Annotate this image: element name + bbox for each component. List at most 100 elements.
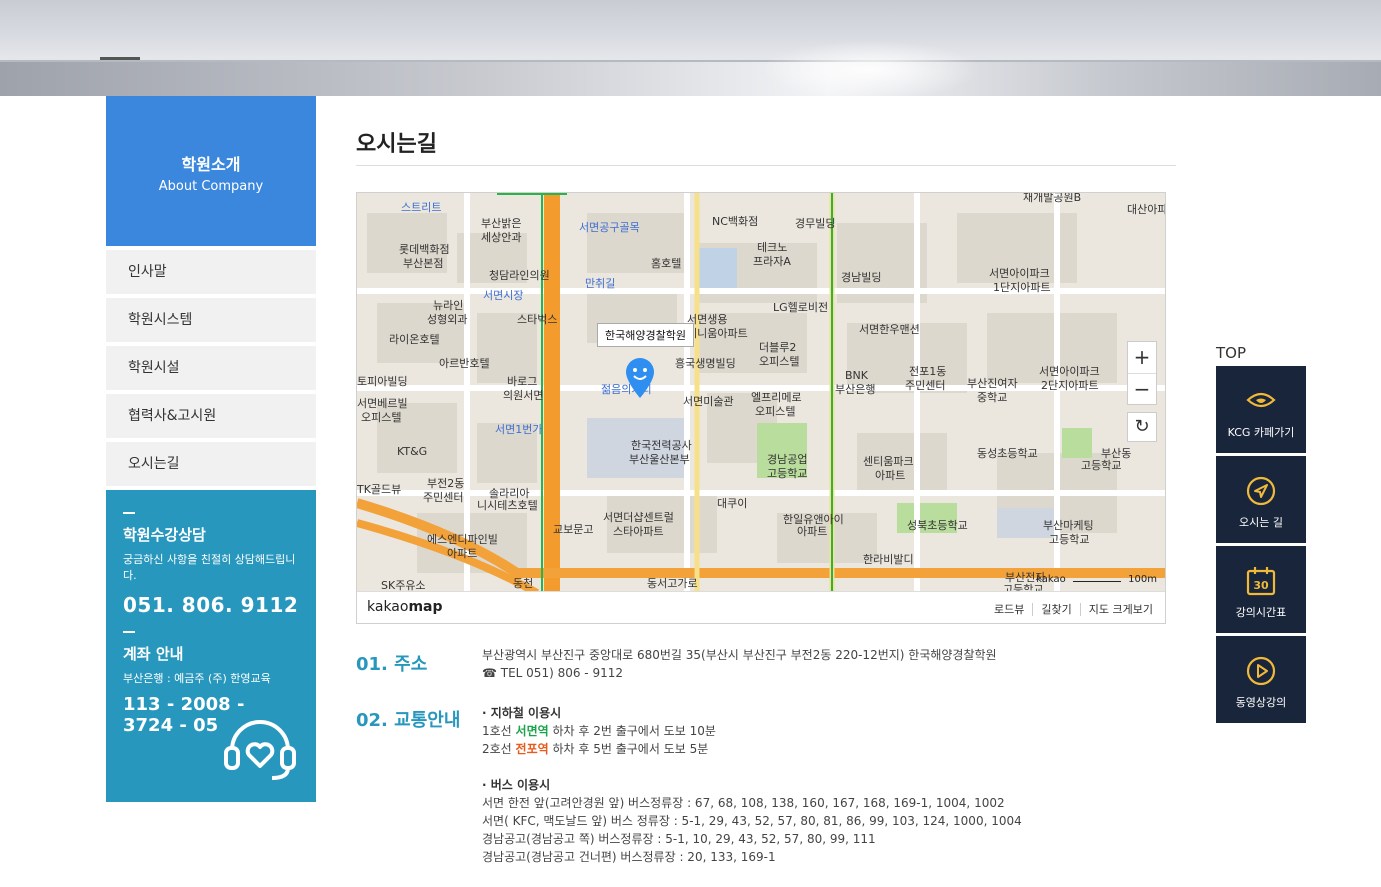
map-label: 경남빌딩 (841, 271, 882, 284)
map-label: 아르반호텔 (439, 357, 490, 370)
map-label: 대쿠이 (717, 497, 748, 510)
map-label: 아파트 (447, 547, 478, 560)
map-label: 고등학교 (1081, 459, 1122, 472)
map-label: 아파트 (797, 525, 828, 538)
map-label: 프라자A (753, 255, 791, 268)
view-large-map-link[interactable]: 지도 크게보기 (1079, 603, 1153, 616)
boat-image (100, 52, 140, 60)
map-label: 스타아파트 (613, 525, 664, 538)
map-label: 대산아파 (1127, 203, 1166, 216)
sidebar-header: 학원소개 About Company (106, 96, 316, 246)
map-label: 중학교 (977, 391, 1008, 404)
map-label: NC백화점 (712, 215, 759, 228)
subway-title: · 지하철 이용시 (482, 706, 562, 720)
map-label: 토피아빌딩 (357, 375, 408, 388)
sidebar-item-greeting[interactable]: 인사말 (106, 250, 316, 294)
video-lecture-button[interactable]: 동영상강의 (1216, 636, 1306, 723)
bus-line: 서면 한전 앞(고려안경원 앞) 버스정류장 : 67, 68, 108, 13… (482, 796, 1005, 810)
video-lecture-label: 동영상강의 (1235, 696, 1287, 709)
map-label: 스트리트 (401, 201, 442, 214)
sidebar-item-directions[interactable]: 오시는길 (106, 442, 316, 486)
calendar-icon: 30 (1246, 567, 1276, 596)
bus-line: 경남공고(경남공고 건너편) 버스정류장 : 20, 133, 169-1 (482, 850, 776, 864)
location-info: 01. 주소 부산광역시 부산진구 중앙대로 680번길 35(부산시 부산진구… (356, 644, 1176, 866)
address-title: 01. 주소 (356, 654, 428, 675)
sidebar-item-partners[interactable]: 협력사&고시원 (106, 394, 316, 438)
map-label: 주민센터 (423, 491, 464, 504)
map-label: 오피스텔 (755, 405, 796, 418)
cafe-button[interactable]: KCG 카페가기 (1216, 366, 1306, 453)
quick-menu: TOP KCG 카페가기 오시는 길 30 강의시간표 동영상강의 (1216, 344, 1306, 726)
map-label: LG헬로비전 (773, 301, 829, 314)
kakaomap-logo[interactable]: kakaomap (367, 599, 443, 615)
tel-text: ☎ TEL 051) 806 - 9112 (482, 666, 623, 680)
directions-button[interactable]: 오시는 길 (1216, 456, 1306, 543)
map-label: TK골드뷰 (357, 483, 402, 496)
map-label: 오피스텔 (759, 355, 800, 368)
map-label: 서면공구골목 (579, 221, 640, 234)
top-banner (0, 0, 1381, 96)
roadview-link[interactable]: 로드뷰 (994, 603, 1024, 616)
main-content: 오시는길 스트리트 부산밝은 세상안과 서면공구골목 NC백화점 경무빌딩 재개… (356, 96, 1176, 866)
map-label: 서면시장 (483, 289, 524, 302)
map-label: 라이온호텔 (389, 333, 440, 346)
map-pin-icon[interactable] (625, 358, 655, 398)
map-label: 서면미술관 (683, 395, 734, 408)
bus-line: 경남공고(경남공고 쪽) 버스정류장 : 5-1, 10, 29, 43, 52… (482, 832, 876, 846)
map-label: 교보문고 (553, 523, 594, 536)
map-label: 홈호텔 (651, 257, 682, 270)
sidebar-title: 학원소개 (181, 155, 241, 174)
map-label: 동성초등학교 (977, 447, 1038, 460)
navigation-icon (1246, 476, 1276, 506)
top-button[interactable]: TOP (1216, 344, 1306, 366)
map-label: 1단지아파트 (993, 281, 1051, 294)
map-label: 스타벅스 (517, 313, 558, 326)
map-label: 오피스텔 (361, 411, 402, 424)
timetable-label: 강의시간표 (1235, 606, 1287, 619)
sidebar: 학원소개 About Company 인사말 학원시스템 학원시설 협력사&고시… (106, 96, 316, 802)
map-label: 부산울산본부 (629, 453, 690, 466)
sidebar-subtitle: About Company (158, 179, 264, 194)
map-label: 부산본점 (403, 257, 444, 270)
map-label: 서면한우맨션 (859, 323, 920, 336)
transport-title: 02. 교통안내 (356, 710, 461, 731)
map-label: 성북초등학교 (907, 519, 968, 532)
sidebar-item-facility[interactable]: 학원시설 (106, 346, 316, 390)
map-label: 경무빌딩 (795, 217, 836, 230)
map-label: 동천 (513, 577, 534, 590)
map-label: 부산은행 (835, 383, 876, 396)
map-links: 로드뷰 길찾기 지도 크게보기 (994, 601, 1153, 617)
map-label: 한라비발디 (863, 553, 914, 566)
cafe-label: KCG 카페가기 (1227, 426, 1295, 439)
map-footer: kakaomap 로드뷰 길찾기 지도 크게보기 (357, 591, 1165, 623)
map-reset-button[interactable]: ↻ (1127, 412, 1157, 442)
map-label: 테니움아파트 (687, 327, 748, 340)
consult-title: 학원수강상담 (123, 526, 206, 544)
map-label: 흥국생명빌딩 (675, 357, 736, 370)
map-label: 만취길 (585, 277, 616, 290)
map-label: 아파트 (875, 469, 906, 482)
timetable-button[interactable]: 30 강의시간표 (1216, 546, 1306, 633)
kakao-map[interactable]: 스트리트 부산밝은 세상안과 서면공구골목 NC백화점 경무빌딩 재개발공원B … (356, 192, 1166, 624)
bus-line: 서면( KFC, 맥도날드 앞) 버스 정류장 : 5-1, 29, 43, 5… (482, 814, 1022, 828)
zoom-in-button[interactable]: + (1128, 342, 1156, 373)
map-pin-label[interactable]: 한국해양경찰학원 (597, 323, 694, 347)
headset-heart-icon (224, 720, 296, 780)
address-text: 부산광역시 부산진구 중앙대로 680번길 35(부산시 부산진구 부전2동 2… (482, 648, 997, 662)
map-label: KT&G (397, 445, 428, 458)
directions-link[interactable]: 길찾기 (1032, 603, 1072, 616)
map-label: 2단지아파트 (1041, 379, 1099, 392)
scale-brand: kakao (1036, 574, 1066, 585)
subway-line-2: 2호선 전포역 하차 후 5번 출구에서 도보 5분 (482, 742, 709, 756)
account-bank: 부산은행 : 예금주 (주) 한영교육 (123, 672, 271, 685)
consult-phone: 051. 806. 9112 (123, 593, 299, 617)
map-label: 주민센터 (905, 379, 946, 392)
calendar-number: 30 (1253, 579, 1269, 592)
map-label: 니시테츠호텔 (477, 499, 538, 512)
map-label: 서면1번가 (495, 423, 543, 436)
sidebar-item-system[interactable]: 학원시스템 (106, 298, 316, 342)
map-label: 고등학교 (1049, 533, 1090, 546)
directions-label: 오시는 길 (1239, 516, 1283, 529)
zoom-out-button[interactable]: − (1128, 373, 1156, 404)
map-label: 재개발공원B (1023, 192, 1082, 204)
